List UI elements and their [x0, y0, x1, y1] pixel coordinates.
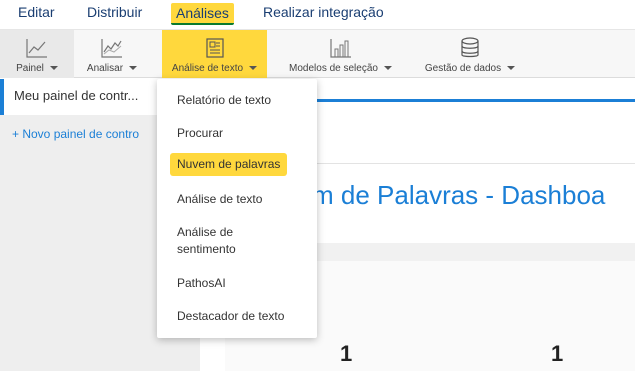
- dropdown-item-destacador-de-texto[interactable]: Destacador de texto: [177, 308, 284, 325]
- tool-modelos-de-selecao-label: Modelos de seleção: [289, 63, 378, 74]
- text-analysis-dropdown: Relatório de texto Procurar Nuvem de pal…: [157, 79, 317, 338]
- chevron-down-icon: [249, 66, 258, 71]
- kpi-value: 1: [340, 341, 353, 366]
- chevron-down-icon: [507, 66, 516, 71]
- tool-painel-label: Painel: [16, 63, 44, 74]
- chevron-down-icon: [129, 66, 138, 71]
- tool-analisar-label: Analisar: [86, 63, 124, 74]
- dropdown-item-procurar[interactable]: Procurar: [177, 125, 223, 142]
- tool-gestao-de-dados[interactable]: Gestão de dados: [418, 30, 522, 78]
- tool-gestao-de-dados-label: Gestão de dados: [424, 63, 502, 74]
- chevron-down-icon: [383, 66, 392, 71]
- new-panel-link[interactable]: + Novo painel de contro: [12, 127, 139, 141]
- dropdown-item-nuvem-de-palavras[interactable]: Nuvem de palavras: [170, 153, 288, 176]
- menu-analises[interactable]: Análises: [171, 3, 234, 25]
- tool-analise-de-texto[interactable]: Análise de texto: [162, 30, 267, 78]
- menu-editar[interactable]: Editar: [18, 4, 55, 20]
- tool-analisar[interactable]: Analisar: [78, 30, 146, 78]
- menu-realizar-integracao[interactable]: Realizar integração: [263, 4, 384, 20]
- line-chart-icon: [26, 39, 47, 58]
- chevron-down-icon: [49, 66, 58, 71]
- top-menu-bar: Editar Distribuir Análises Realizar inte…: [0, 0, 635, 30]
- dropdown-item-label-line2: sentimento: [177, 242, 236, 256]
- dropdown-item-pathosai[interactable]: PathosAI: [177, 275, 226, 292]
- dropdown-item-label-line1: Análise de: [177, 225, 234, 239]
- sidebar-item-label: Meu painel de contr...: [14, 88, 139, 103]
- dropdown-item-analise-de-texto[interactable]: Análise de texto: [177, 191, 262, 208]
- database-icon: [461, 37, 479, 58]
- tool-analise-de-texto-label: Análise de texto: [171, 63, 244, 74]
- tool-modelos-de-selecao[interactable]: Modelos de seleção: [284, 30, 397, 78]
- bar-chart-icon: [329, 39, 351, 58]
- menu-distribuir[interactable]: Distribuir: [87, 4, 142, 20]
- kpi-value: 1: [551, 341, 564, 366]
- text-document-icon: [205, 38, 224, 58]
- tool-painel[interactable]: Painel: [0, 30, 74, 78]
- dropdown-item-relatorio-de-texto[interactable]: Relatório de texto: [177, 92, 271, 109]
- dropdown-item-analise-de-sentimento[interactable]: Análise de sentimento: [177, 224, 236, 258]
- trend-chart-icon: [101, 39, 122, 58]
- toolbar: Painel Analisar Análise de texto Modelos…: [0, 30, 635, 78]
- dashboard-title: m de Palavras - Dashboa: [312, 180, 606, 210]
- active-tab-indicator: [300, 99, 635, 102]
